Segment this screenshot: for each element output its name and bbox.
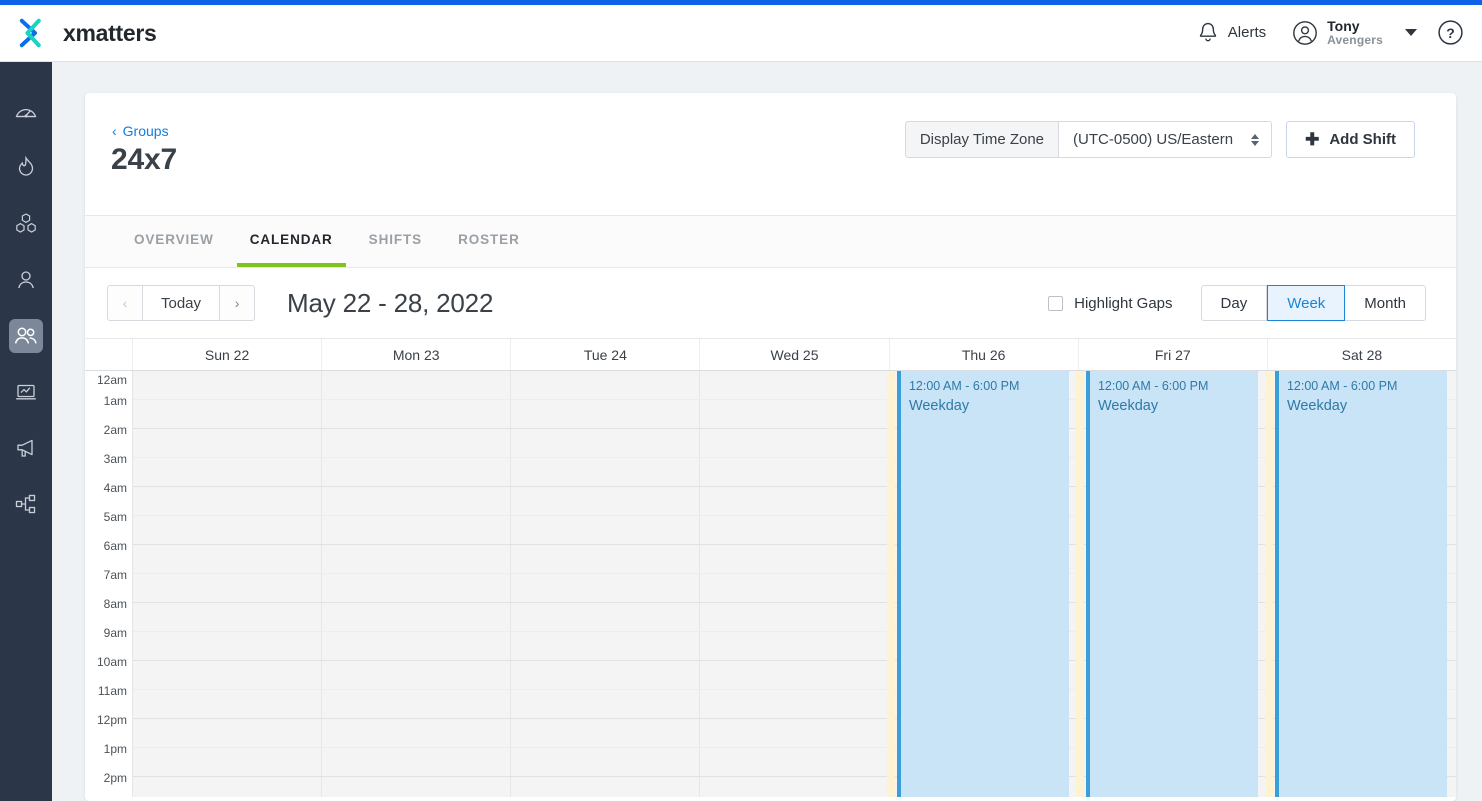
- calendar-event[interactable]: 12:00 AM - 6:00 PMWeekday: [897, 371, 1069, 797]
- gap-strip: [887, 371, 895, 797]
- breadcrumb-label: Groups: [123, 123, 169, 139]
- sidebar-item-workflows[interactable]: [0, 476, 52, 532]
- user-menu-button[interactable]: Tony Avengers: [1276, 14, 1389, 52]
- user-circle-icon: [1292, 20, 1318, 46]
- left-sidebar: [0, 62, 52, 801]
- checkbox-box: [1048, 296, 1063, 311]
- hierarchy-icon: [13, 491, 39, 517]
- calendar-grid: Sun 22 Mon 23 Tue 24 Wed 25 Thu 26 Fri 2…: [85, 338, 1456, 797]
- hour-label: 2pm: [85, 777, 132, 797]
- header-controls: Display Time Zone (UTC-0500) US/Eastern …: [905, 121, 1415, 158]
- date-nav-group: ‹ Today ›: [107, 285, 255, 321]
- day-header-thu: Thu 26: [890, 339, 1079, 370]
- day-columns[interactable]: 12:00 AM - 6:00 PMWeekday12:00 AM - 6:00…: [133, 371, 1456, 797]
- card-header: ‹ Groups 24x7 Display Time Zone (UTC-050…: [85, 93, 1456, 216]
- tab-label: ROSTER: [458, 232, 520, 247]
- day-header-gutter: [85, 339, 133, 370]
- person-icon: [13, 267, 39, 293]
- highlight-gaps-checkbox[interactable]: Highlight Gaps: [1048, 295, 1172, 312]
- day-header-sat: Sat 28: [1268, 339, 1456, 370]
- view-day-button[interactable]: Day: [1201, 285, 1268, 321]
- flame-icon: [13, 155, 39, 181]
- alerts-label: Alerts: [1228, 24, 1266, 41]
- brand-logo[interactable]: xmatters: [16, 17, 157, 49]
- bell-icon: [1197, 21, 1219, 44]
- toolbar-right-controls: Highlight Gaps Day Week Month: [1048, 285, 1426, 321]
- people-group-icon: [12, 322, 40, 350]
- highlight-gaps-label: Highlight Gaps: [1074, 295, 1172, 312]
- breadcrumb[interactable]: ‹ Groups: [112, 123, 169, 139]
- day-header-sun: Sun 22: [133, 339, 322, 370]
- laptop-chart-icon: [13, 379, 39, 405]
- timezone-group: Display Time Zone (UTC-0500) US/Eastern: [905, 121, 1272, 158]
- date-range-title: May 22 - 28, 2022: [287, 288, 493, 319]
- stacked-chevrons-icon: [1251, 134, 1259, 146]
- page-title: 24x7: [111, 143, 177, 177]
- event-title: Weekday: [909, 396, 1069, 417]
- tab-bar: OVERVIEW CALENDAR SHIFTS ROSTER: [85, 216, 1456, 268]
- calendar-day-headers: Sun 22 Mon 23 Tue 24 Wed 25 Thu 26 Fri 2…: [85, 338, 1456, 371]
- tab-calendar[interactable]: CALENDAR: [237, 216, 346, 267]
- sidebar-item-users[interactable]: [0, 252, 52, 308]
- today-button[interactable]: Today: [143, 285, 219, 321]
- add-shift-label: Add Shift: [1329, 131, 1396, 148]
- calendar-body[interactable]: 12am1am2am3am4am5am6am7am8am9am10am11am1…: [85, 371, 1456, 797]
- event-title: Weekday: [1287, 396, 1447, 417]
- tab-label: CALENDAR: [250, 232, 333, 247]
- view-week-button[interactable]: Week: [1267, 285, 1345, 321]
- group-detail-card: ‹ Groups 24x7 Display Time Zone (UTC-050…: [85, 93, 1456, 801]
- sidebar-item-announcements[interactable]: [0, 420, 52, 476]
- view-month-button[interactable]: Month: [1345, 285, 1426, 321]
- view-switcher: Day Week Month: [1201, 285, 1426, 321]
- tab-label: OVERVIEW: [134, 232, 214, 247]
- day-header-tue: Tue 24: [511, 339, 700, 370]
- tab-shifts[interactable]: SHIFTS: [356, 216, 435, 267]
- caret-down-icon[interactable]: [1405, 29, 1417, 36]
- calendar-event[interactable]: 12:00 AM - 6:00 PMWeekday: [1086, 371, 1258, 797]
- help-button[interactable]: ?: [1437, 19, 1464, 46]
- calendar-toolbar: ‹ Today › May 22 - 28, 2022 Highlight Ga…: [85, 268, 1456, 338]
- day-header-wed: Wed 25: [700, 339, 889, 370]
- user-name: Tony: [1327, 18, 1383, 34]
- event-time: 12:00 AM - 6:00 PM: [1098, 377, 1258, 396]
- event-time: 12:00 AM - 6:00 PM: [909, 377, 1069, 396]
- gauge-icon: [13, 99, 39, 125]
- megaphone-icon: [13, 435, 39, 461]
- event-title: Weekday: [1098, 396, 1258, 417]
- question-circle-icon: ?: [1437, 19, 1464, 46]
- tab-label: SHIFTS: [369, 232, 422, 247]
- chevron-left-icon: ‹: [112, 124, 117, 138]
- timezone-value: (UTC-0500) US/Eastern: [1073, 131, 1233, 148]
- gap-strip: [1265, 371, 1273, 797]
- sidebar-item-services[interactable]: [0, 196, 52, 252]
- day-header-mon: Mon 23: [322, 339, 511, 370]
- event-time: 12:00 AM - 6:00 PM: [1287, 377, 1447, 396]
- plus-icon: ✚: [1305, 131, 1319, 148]
- add-shift-button[interactable]: ✚ Add Shift: [1286, 121, 1415, 158]
- brand-name: xmatters: [63, 20, 157, 47]
- day-header-fri: Fri 27: [1079, 339, 1268, 370]
- tab-overview[interactable]: OVERVIEW: [121, 216, 227, 267]
- hexagons-icon: [12, 210, 40, 238]
- alerts-button[interactable]: Alerts: [1187, 15, 1276, 50]
- header-actions: Alerts Tony Avengers ?: [1187, 14, 1464, 52]
- sidebar-item-reports[interactable]: [0, 364, 52, 420]
- timezone-select[interactable]: (UTC-0500) US/Eastern: [1059, 121, 1272, 158]
- sidebar-item-dashboard[interactable]: [0, 84, 52, 140]
- next-week-button[interactable]: ›: [219, 285, 255, 321]
- app-header: xmatters Alerts Tony Avengers: [0, 5, 1482, 62]
- tab-roster[interactable]: ROSTER: [445, 216, 533, 267]
- time-gutter: 12am1am2am3am4am5am6am7am8am9am10am11am1…: [85, 371, 133, 797]
- sidebar-item-groups[interactable]: [0, 308, 52, 364]
- svg-text:?: ?: [1446, 25, 1455, 41]
- gap-strip: [1076, 371, 1084, 797]
- user-identity: Tony Avengers: [1327, 18, 1383, 48]
- sidebar-item-incidents[interactable]: [0, 140, 52, 196]
- timezone-label: Display Time Zone: [905, 121, 1059, 158]
- user-org: Avengers: [1327, 34, 1383, 48]
- xmatters-logo-icon: [16, 17, 54, 49]
- previous-week-button[interactable]: ‹: [107, 285, 143, 321]
- calendar-event[interactable]: 12:00 AM - 6:00 PMWeekday: [1275, 371, 1447, 797]
